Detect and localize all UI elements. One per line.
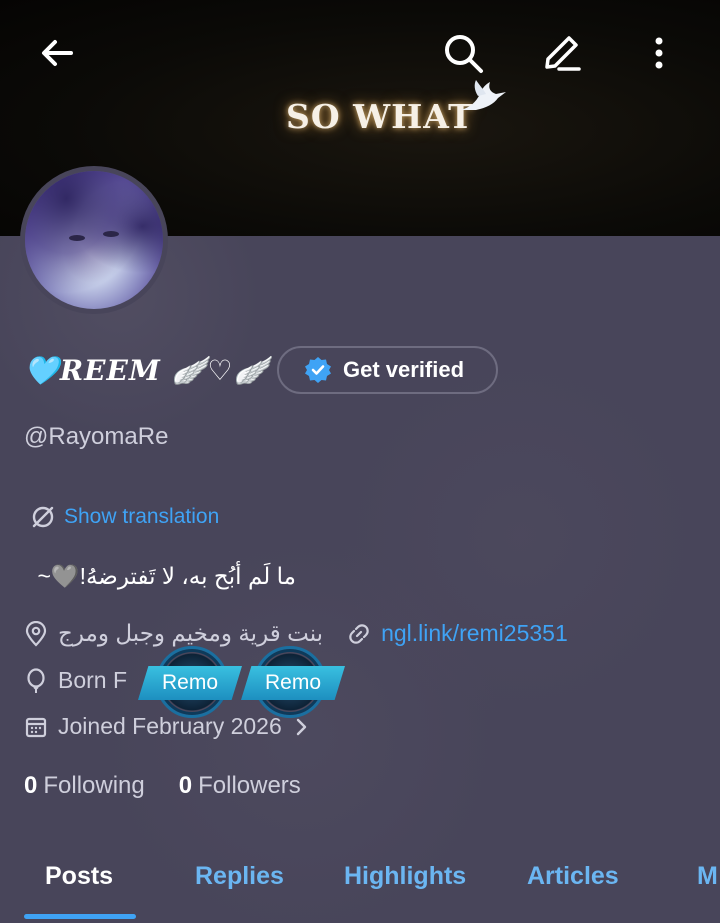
location-row: بنت قرية ومخيم وجبل ومرج ngl.link/remi25… [24, 620, 568, 647]
display-name: 🩵REEM 🪽♡🪽 [24, 354, 270, 387]
joined-text: Joined February 2026 [58, 713, 282, 739]
show-translation-label: Show translation [64, 505, 220, 528]
remo-badge: Remo [138, 666, 242, 700]
remo-badge: Remo [241, 666, 345, 700]
active-tab-indicator [24, 914, 136, 919]
banner-text: SO WHAT [286, 97, 474, 136]
verified-badge-icon [305, 357, 331, 383]
get-verified-button[interactable]: Get verified [277, 346, 498, 394]
back-button[interactable] [32, 28, 82, 78]
joined-row[interactable]: Joined February 2026 [24, 713, 312, 740]
bio: ما لَم أبُح به، لا تَفترضهُ!🩶~ [37, 563, 297, 589]
search-button[interactable] [438, 28, 488, 78]
born-text: Born F [58, 667, 128, 693]
pencil-icon [545, 36, 581, 71]
follow-stats: 0 Following 0 Followers [24, 772, 301, 800]
tab-media[interactable]: M [697, 862, 718, 891]
dove-icon [460, 80, 506, 110]
followers-stat[interactable]: 0 Followers [179, 772, 301, 800]
following-stat[interactable]: 0 Following [24, 772, 145, 800]
born-row: Born F [24, 667, 127, 694]
translate-icon [32, 506, 54, 528]
more-options-button[interactable] [634, 28, 684, 78]
get-verified-label: Get verified [343, 357, 465, 382]
tab-articles[interactable]: Articles [527, 862, 619, 891]
avatar-image [25, 171, 163, 309]
tab-posts[interactable]: Posts [45, 862, 113, 891]
profile-link[interactable]: ngl.link/remi25351 [381, 620, 568, 647]
location-pin-icon [25, 620, 47, 647]
profile-tabs: Posts Replies Highlights Articles M [0, 858, 720, 923]
balloon-icon [27, 667, 45, 693]
user-handle: @RayomaRe [24, 423, 169, 450]
tab-highlights[interactable]: Highlights [344, 862, 466, 891]
search-icon [445, 35, 483, 73]
calendar-icon [25, 717, 47, 737]
tab-replies[interactable]: Replies [195, 862, 284, 891]
edit-button[interactable] [536, 28, 586, 78]
show-translation-link[interactable]: Show translation [30, 504, 219, 530]
link-icon [349, 623, 369, 644]
avatar[interactable] [20, 166, 168, 314]
chevron-right-icon [296, 718, 306, 735]
location-text: بنت قرية ومخيم وجبل ومرج [58, 620, 324, 646]
arrow-left-icon [42, 40, 73, 66]
more-vertical-icon [655, 37, 663, 69]
